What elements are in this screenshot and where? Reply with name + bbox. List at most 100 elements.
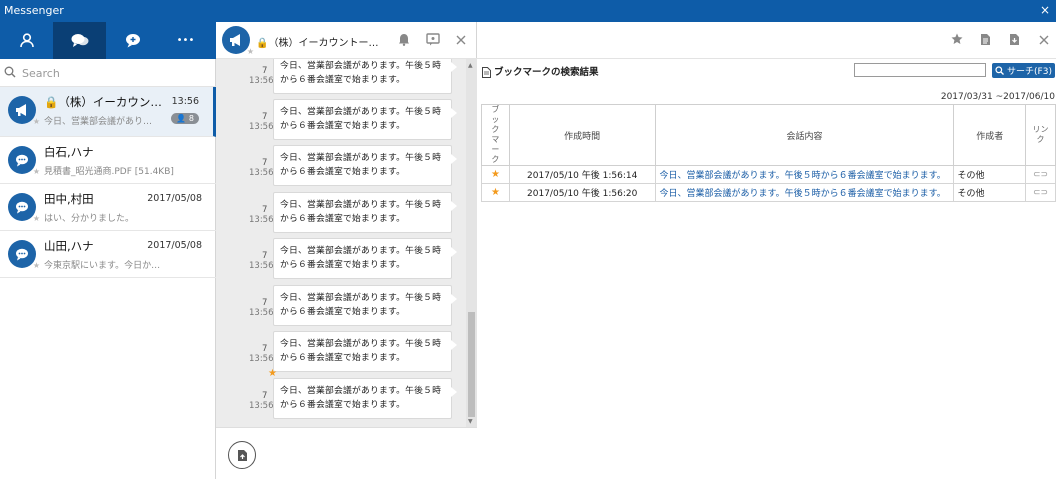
search-icon: [995, 66, 1004, 75]
tab-chats[interactable]: [53, 22, 106, 59]
chat-settings-icon[interactable]: [426, 33, 440, 46]
unread-count: 7: [262, 205, 268, 215]
message-bubble[interactable]: 今日、営業部会議があります。午後５時から６番会議室で始まります。: [273, 238, 457, 279]
message-bubble[interactable]: 今日、営業部会議があります。午後５時から６番会議室で始まります。: [273, 192, 457, 233]
message-bubble[interactable]: 今日、営業部会議があります。午後５時から６番会議室で始まります。: [273, 378, 457, 419]
message: 7 13:56 今日、営業部会議があります。午後５時から６番会議室で始まります。: [216, 285, 466, 330]
avatar: ★: [8, 146, 40, 176]
scroll-thumb[interactable]: [468, 312, 475, 417]
document-icon[interactable]: [980, 33, 991, 46]
unread-count: 7: [262, 391, 268, 401]
bookmark-star-icon[interactable]: ★: [481, 165, 510, 184]
file-download-icon[interactable]: [1009, 33, 1020, 46]
bookmark-toolbar: [477, 22, 1056, 59]
search-input[interactable]: [22, 64, 210, 82]
message: 7 13:56 今日、営業部会議があります。午後５時から６番会議室で始まります。: [216, 331, 466, 376]
conversation-item[interactable]: ★ 山田,ハナ 2017/05/08 今東京駅にいます。今日か…: [0, 231, 216, 278]
message: 7 13:56 今日、営業部会議があります。午後５時から６番会議室で始まります。: [216, 145, 466, 190]
created-time-cell: 2017/05/10 午後 1:56:20: [508, 183, 656, 202]
message-time: 13:56: [249, 76, 274, 86]
conversation-preview: 今東京駅にいます。今日か…: [44, 261, 161, 271]
conversation-time: 2017/05/08: [147, 240, 202, 251]
close-icon[interactable]: [1039, 35, 1049, 45]
message: 7 13:56 今日、営業部会議があります。午後５時から６番会議室で始まります。: [216, 59, 466, 98]
star-icon: ★: [32, 261, 40, 270]
unread-count: 7: [262, 344, 268, 354]
tab-more[interactable]: •••: [159, 22, 212, 59]
star-icon: ★: [32, 214, 40, 223]
window-close-button[interactable]: ×: [1040, 3, 1050, 17]
compose-area: [216, 427, 477, 479]
conversation-name: 🔒（株）イーカウン…: [44, 95, 162, 109]
message-time: 13:56: [249, 308, 274, 318]
message: 7 13:56 今日、営業部会議があります。午後５時から６番会議室で始まります。: [216, 99, 466, 144]
message-bubble[interactable]: 今日、営業部会議があります。午後５時から６番会議室で始まります。: [273, 331, 457, 372]
link-icon[interactable]: ⊂⊃: [1025, 183, 1056, 202]
tab-new-message[interactable]: [106, 22, 159, 59]
file-upload-icon: [237, 449, 247, 461]
messenger-app: Messenger × ••• ★ 🔒（株）イーカウン…: [0, 0, 1056, 479]
content-cell[interactable]: 今日、営業部会議があります。午後５時から６番会議室で始まります。: [654, 165, 955, 184]
tab-contacts[interactable]: [0, 22, 53, 59]
message-time: 13:56: [249, 401, 274, 411]
message-bubble[interactable]: 今日、営業部会議があります。午後５時から６番会議室で始まります。: [273, 99, 457, 140]
bookmark-results-table: ブックマーク 作成時間 会話内容 作成者 リンク ★ 2017/05/10 午後…: [481, 104, 1056, 202]
megaphone-icon: [230, 34, 240, 46]
avatar: ★: [8, 96, 40, 126]
message: 7 13:56 今日、営業部会議があります。午後５時から６番会議室で始まります。: [216, 238, 466, 283]
message-bubble[interactable]: 今日、営業部会議があります。午後５時から６番会議室で始まります。: [273, 59, 457, 94]
unread-count: 7: [262, 251, 268, 261]
conversation-item[interactable]: ★ 白石,ハナ 見積書_昭光通商.PDF [51.4KB]: [0, 137, 216, 184]
unread-count: 7: [262, 66, 268, 76]
link-icon[interactable]: ⊂⊃: [1025, 165, 1056, 184]
bookmark-search-input[interactable]: [854, 63, 986, 77]
conversation-name: 田中,村田: [44, 192, 94, 206]
message-list: 7 13:56 今日、営業部会議があります。午後５時から６番会議室で始まります。…: [216, 59, 477, 427]
scroll-up-icon[interactable]: ▲: [468, 62, 473, 69]
date-range: 2017/03/31 ~2017/06/10: [940, 92, 1055, 102]
close-icon[interactable]: [456, 35, 466, 45]
megaphone-icon: [16, 104, 26, 116]
conversation-item[interactable]: ★ 田中,村田 2017/05/08 はい、分かりました。: [0, 184, 216, 231]
avatar: ★: [8, 193, 40, 223]
conversation-preview: 今日、営業部会議があり…: [44, 117, 153, 127]
column-header-author: 作成者: [953, 104, 1027, 166]
created-time-cell: 2017/05/10 午後 1:56:14: [508, 165, 656, 184]
title-bar: Messenger ×: [0, 0, 1056, 22]
column-header-link: リンク: [1025, 104, 1056, 166]
chat-title: 🔒（株）イーカウントー…: [256, 38, 379, 49]
chat-avatar: ★: [222, 26, 254, 56]
window-title: Messenger: [4, 4, 64, 17]
content-cell[interactable]: 今日、営業部会議があります。午後５時から６番会議室で始まります。: [654, 183, 955, 202]
message-time: 13:56: [249, 261, 274, 271]
conversation-time: 13:56: [171, 96, 199, 107]
chat-icon: [16, 154, 28, 166]
column-header-bookmark: ブックマーク: [481, 104, 510, 166]
conversation-panel: ••• ★ 🔒（株）イーカウン… 13:56 今日、営業部会議があり… 👤 8 …: [0, 22, 216, 479]
chat-icon: [16, 248, 28, 260]
chat-bubbles-icon: [71, 34, 88, 47]
scroll-down-icon[interactable]: ▼: [468, 418, 473, 425]
lock-icon: 🔒: [256, 38, 269, 49]
star-icon[interactable]: [951, 33, 963, 45]
message-time: 13:56: [249, 215, 274, 225]
member-count-badge: 👤 8: [171, 113, 199, 124]
conversation-item[interactable]: ★ 🔒（株）イーカウン… 13:56 今日、営業部会議があり… 👤 8: [0, 87, 216, 137]
nav-bar: •••: [0, 22, 216, 59]
attach-file-button[interactable]: [228, 441, 256, 469]
message: 7 13:56 今日、営業部会議があります。午後５時から６番会議室で始まります。: [216, 192, 466, 237]
message-bubble[interactable]: 今日、営業部会議があります。午後５時から６番会議室で始まります。: [273, 145, 457, 186]
author-cell: その他: [953, 165, 1027, 184]
unread-count: 7: [262, 298, 268, 308]
column-header-content: 会話内容: [654, 104, 955, 166]
bookmark-search-button[interactable]: サーチ(F3): [992, 63, 1055, 78]
conversation-time: 2017/05/08: [147, 193, 202, 204]
message-bubble[interactable]: 今日、営業部会議があります。午後５時から６番会議室で始まります。: [273, 285, 457, 326]
conversation-preview: はい、分かりました。: [44, 214, 135, 224]
bell-icon[interactable]: [398, 33, 410, 46]
star-icon: ★: [32, 117, 40, 126]
message-scrollbar[interactable]: ▲ ▼: [466, 59, 477, 427]
bookmark-star-icon[interactable]: ★: [481, 183, 510, 202]
document-icon: [482, 67, 491, 78]
person-icon: [19, 33, 34, 48]
